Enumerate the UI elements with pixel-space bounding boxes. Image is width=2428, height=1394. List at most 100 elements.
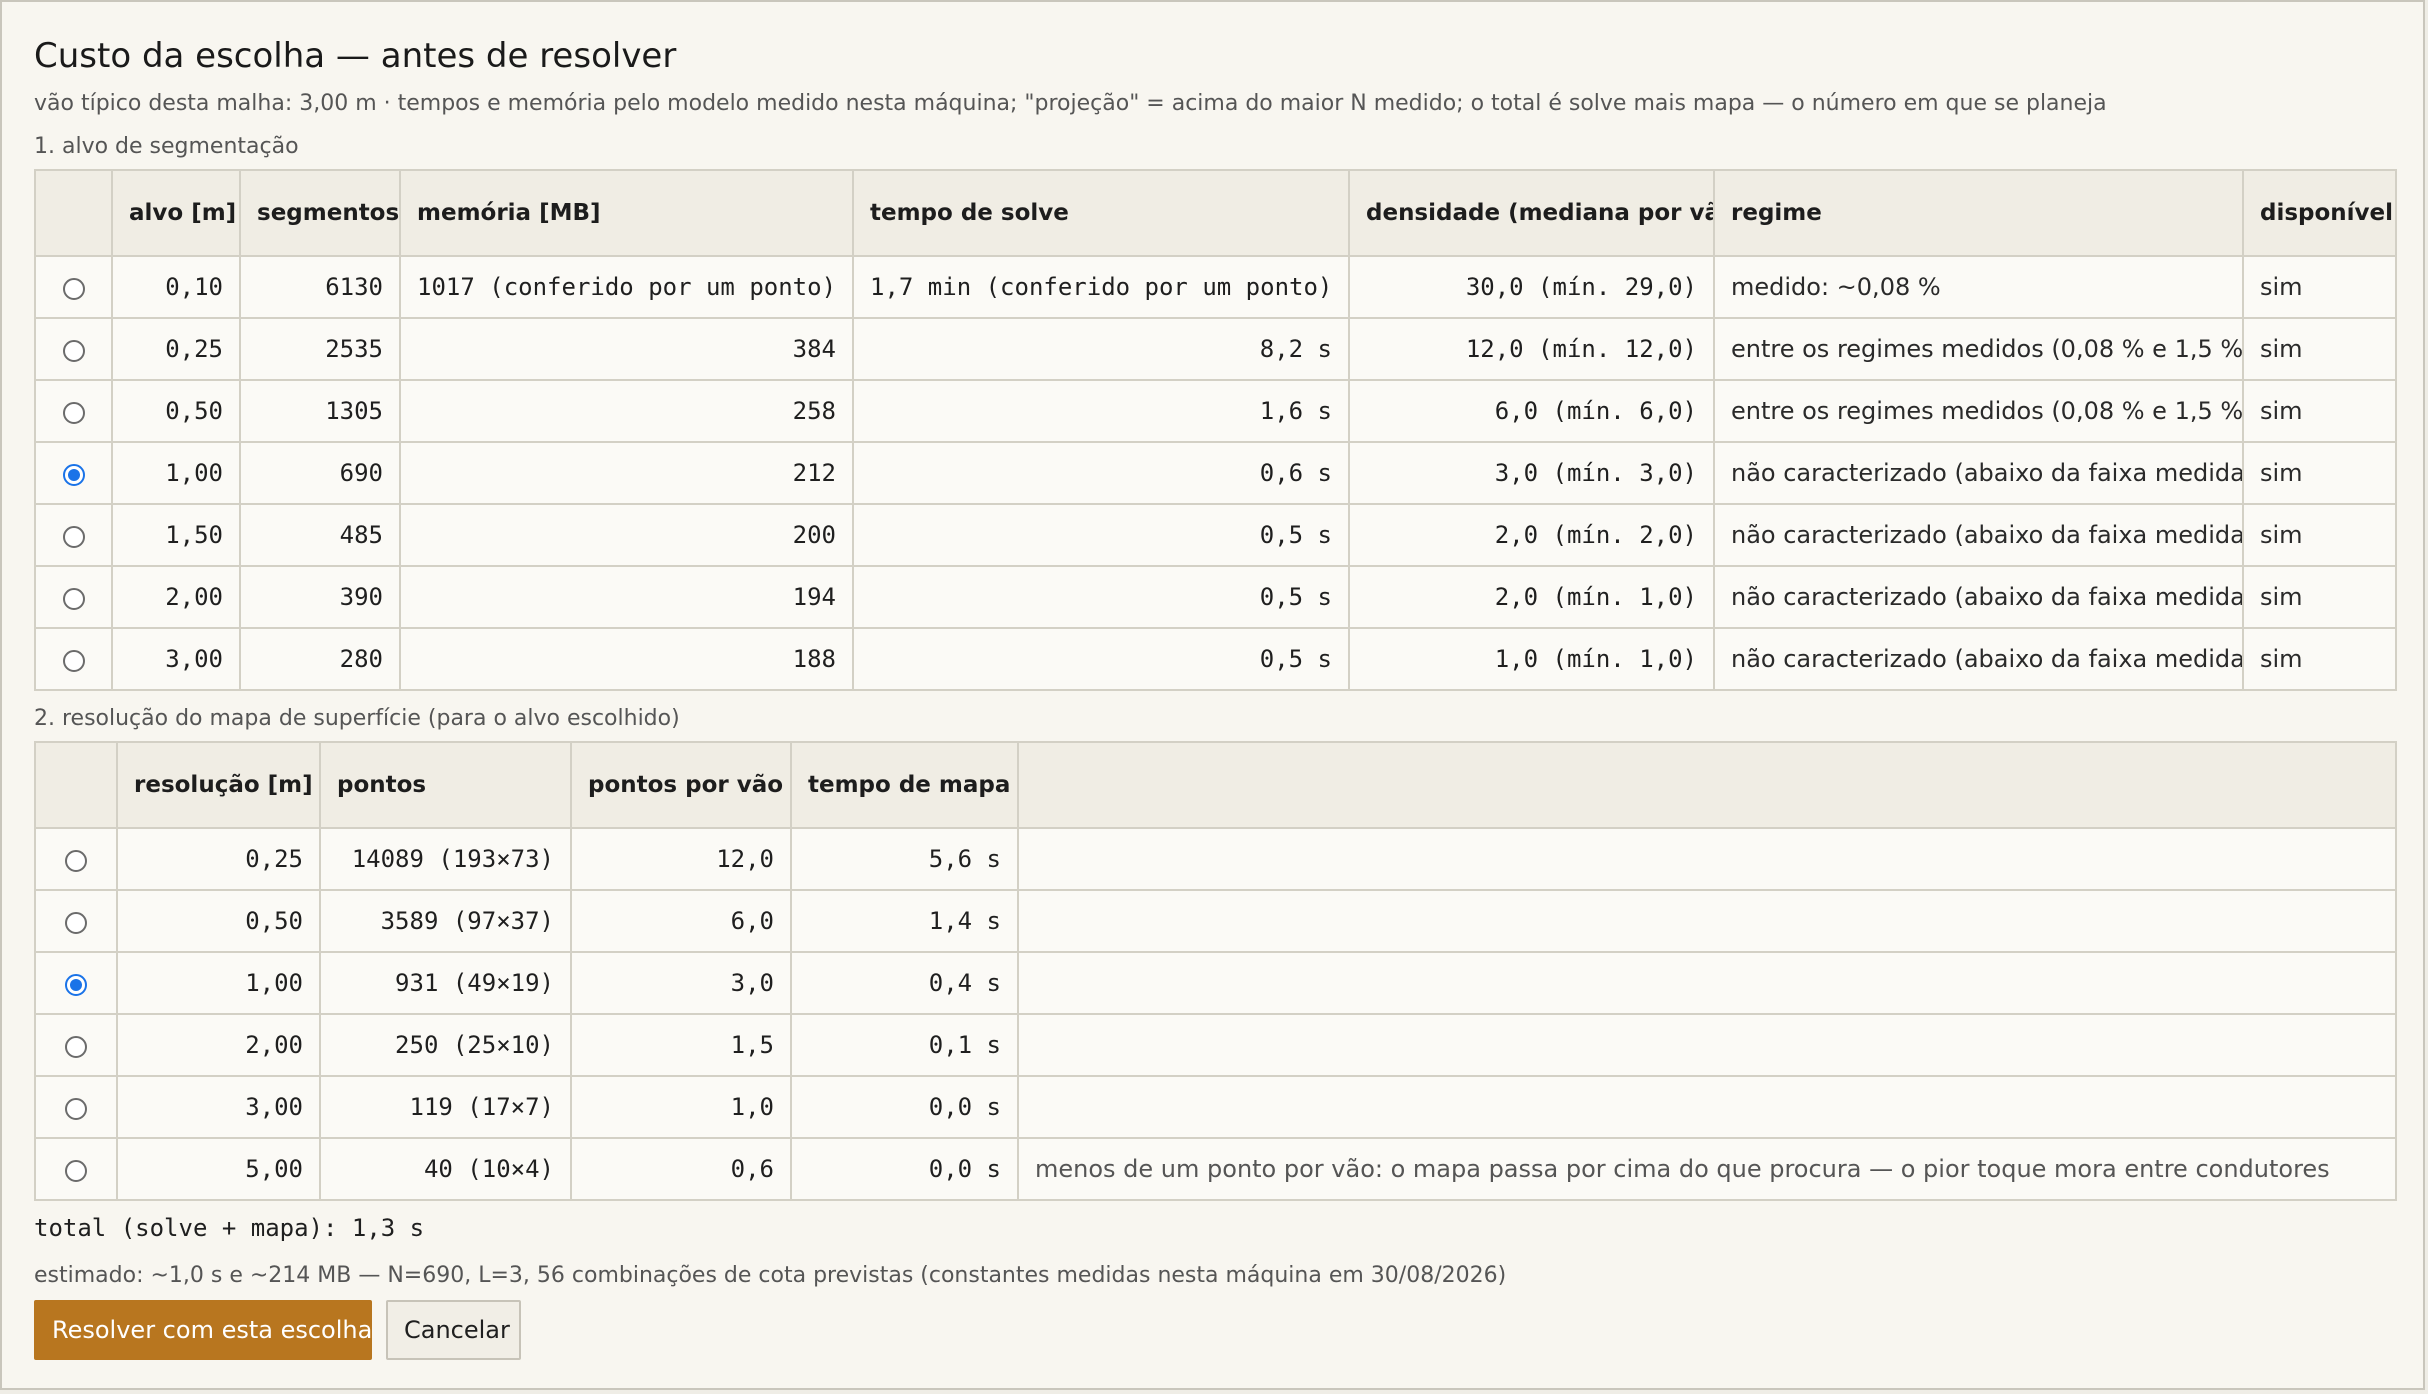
points-cell: 14089 (193×73) bbox=[319, 827, 572, 891]
surface-map-row[interactable]: 3,00 119 (17×7) 1,0 0,0 s bbox=[34, 1075, 2397, 1139]
radio-cell[interactable] bbox=[34, 441, 113, 505]
surface-map-header-row: resolução [m] pontos pontos por vão temp… bbox=[34, 741, 2397, 829]
available-cell: sim bbox=[2242, 441, 2397, 505]
surface-map-table: resolução [m] pontos pontos por vão temp… bbox=[34, 741, 2397, 1201]
target-cell: 1,00 bbox=[111, 441, 241, 505]
segments-cell: 2535 bbox=[239, 317, 401, 381]
segments-cell: 485 bbox=[239, 503, 401, 567]
radio-button[interactable] bbox=[65, 1035, 87, 1058]
solve-time-cell: 8,2 s bbox=[852, 317, 1350, 381]
surface-map-row[interactable]: 5,00 40 (10×4) 0,6 0,0 s menos de um ponto p… bbox=[34, 1137, 2397, 1201]
surface-map-row[interactable]: 1,00 931 (49×19) 3,0 0,4 s bbox=[34, 951, 2397, 1015]
radio-cell[interactable] bbox=[34, 627, 113, 691]
radio-cell[interactable] bbox=[34, 503, 113, 567]
radio-cell[interactable] bbox=[34, 827, 118, 891]
dialog-subtitle: vão típico desta malha: 3,00 m · tempos … bbox=[34, 91, 2107, 116]
radio-button[interactable] bbox=[65, 1159, 87, 1182]
segmentation-row[interactable]: 3,00 280 188 0,5 s 1,0 (mín. 1,0) não caracte… bbox=[34, 627, 2397, 691]
radio-button[interactable] bbox=[62, 401, 85, 424]
warning-note-cell: menos de um ponto por vão: o mapa passa … bbox=[1017, 1137, 2397, 1201]
available-cell: sim bbox=[2242, 565, 2397, 629]
radio-cell[interactable] bbox=[34, 1013, 118, 1077]
regime-cell: não caracterizado (abaixo da faixa medid… bbox=[1713, 627, 2244, 691]
map-time-cell: 5,6 s bbox=[790, 827, 1019, 891]
radio-button[interactable] bbox=[62, 339, 85, 362]
solve-time-cell: 0,5 s bbox=[852, 565, 1350, 629]
total-readout: total (solve + mapa): 1,3 s bbox=[34, 1214, 425, 1242]
cancel-button[interactable]: Cancelar bbox=[386, 1300, 521, 1360]
density-cell: 30,0 (mín. 29,0) bbox=[1348, 255, 1715, 319]
segments-cell: 390 bbox=[239, 565, 401, 629]
column-header: memória [MB] bbox=[399, 169, 854, 257]
segmentation-row[interactable]: 2,00 390 194 0,5 s 2,0 (mín. 1,0) não caracte… bbox=[34, 565, 2397, 629]
column-header: disponível bbox=[2242, 169, 2397, 257]
radio-button-selected[interactable] bbox=[65, 973, 87, 996]
radio-button[interactable] bbox=[62, 587, 85, 610]
segmentation-row[interactable]: 1,50 485 200 0,5 s 2,0 (mín. 2,0) não caracte… bbox=[34, 503, 2397, 567]
segmentation-row[interactable]: 0,25 2535 384 8,2 s 12,0 (mín. 12,0) entre os… bbox=[34, 317, 2397, 381]
available-cell: sim bbox=[2242, 317, 2397, 381]
regime-cell: medido: ~0,08 % bbox=[1713, 255, 2244, 319]
radio-button[interactable] bbox=[62, 649, 85, 672]
warning-note-cell bbox=[1017, 951, 2397, 1015]
radio-cell[interactable] bbox=[34, 951, 118, 1015]
surface-map-row[interactable]: 0,50 3589 (97×37) 6,0 1,4 s bbox=[34, 889, 2397, 953]
solve-time-cell: 0,5 s bbox=[852, 627, 1350, 691]
solve-time-cell: 0,6 s bbox=[852, 441, 1350, 505]
solve-time-cell: 0,5 s bbox=[852, 503, 1350, 567]
points-per-span-cell: 1,5 bbox=[570, 1013, 792, 1077]
solve-button[interactable]: Resolver com esta escolha bbox=[34, 1300, 372, 1360]
resolution-cell: 3,00 bbox=[116, 1075, 321, 1139]
segments-cell: 1305 bbox=[239, 379, 401, 443]
radio-cell[interactable] bbox=[34, 317, 113, 381]
solve-time-cell: 1,7 min (conferido por um ponto) bbox=[852, 255, 1350, 319]
available-cell: sim bbox=[2242, 503, 2397, 567]
map-time-cell: 0,1 s bbox=[790, 1013, 1019, 1077]
segments-cell: 690 bbox=[239, 441, 401, 505]
column-header: regime bbox=[1713, 169, 2244, 257]
segments-cell: 280 bbox=[239, 627, 401, 691]
radio-cell[interactable] bbox=[34, 889, 118, 953]
points-per-span-cell: 3,0 bbox=[570, 951, 792, 1015]
points-per-span-cell: 0,6 bbox=[570, 1137, 792, 1201]
density-cell: 12,0 (mín. 12,0) bbox=[1348, 317, 1715, 381]
resolution-cell: 1,00 bbox=[116, 951, 321, 1015]
density-cell: 1,0 (mín. 1,0) bbox=[1348, 627, 1715, 691]
resolution-cell: 2,00 bbox=[116, 1013, 321, 1077]
choice-cost-dialog: Custo da escolha — antes de resolver vão… bbox=[0, 0, 2425, 1390]
column-header: pontos bbox=[319, 741, 572, 829]
map-time-cell: 1,4 s bbox=[790, 889, 1019, 953]
radio-cell[interactable] bbox=[34, 1137, 118, 1201]
column-header: tempo de solve bbox=[852, 169, 1350, 257]
radio-button-selected[interactable] bbox=[62, 463, 85, 486]
radio-cell[interactable] bbox=[34, 565, 113, 629]
map-time-cell: 0,0 s bbox=[790, 1075, 1019, 1139]
density-cell: 6,0 (mín. 6,0) bbox=[1348, 379, 1715, 443]
target-cell: 1,50 bbox=[111, 503, 241, 567]
radio-button[interactable] bbox=[62, 277, 85, 300]
segmentation-header-row: alvo [m] segmentos memória [MB] tempo de… bbox=[34, 169, 2397, 257]
memory-cell: 194 bbox=[399, 565, 854, 629]
surface-map-row[interactable]: 0,25 14089 (193×73) 12,0 5,6 s bbox=[34, 827, 2397, 891]
target-cell: 0,25 bbox=[111, 317, 241, 381]
map-time-cell: 0,4 s bbox=[790, 951, 1019, 1015]
resolution-cell: 0,50 bbox=[116, 889, 321, 953]
radio-cell[interactable] bbox=[34, 1075, 118, 1139]
memory-cell: 384 bbox=[399, 317, 854, 381]
surface-map-row[interactable]: 2,00 250 (25×10) 1,5 0,1 s bbox=[34, 1013, 2397, 1077]
note-column-header bbox=[1017, 741, 2397, 829]
select-column-header bbox=[34, 741, 118, 829]
select-column-header bbox=[34, 169, 113, 257]
column-header: densidade (mediana por vão) bbox=[1348, 169, 1715, 257]
regime-cell: entre os regimes medidos (0,08 % e 1,5 %… bbox=[1713, 379, 2244, 443]
radio-cell[interactable] bbox=[34, 255, 113, 319]
segmentation-row[interactable]: 0,10 6130 1017 (conferido por um ponto) 1,7… bbox=[34, 255, 2397, 319]
segmentation-row[interactable]: 0,50 1305 258 1,6 s 6,0 (mín. 6,0) entre os r… bbox=[34, 379, 2397, 443]
radio-cell[interactable] bbox=[34, 379, 113, 443]
radio-button[interactable] bbox=[62, 525, 85, 548]
radio-button[interactable] bbox=[65, 911, 87, 934]
radio-button[interactable] bbox=[65, 849, 87, 872]
segmentation-row[interactable]: 1,00 690 212 0,6 s 3,0 (mín. 3,0) não caracte… bbox=[34, 441, 2397, 505]
radio-button[interactable] bbox=[65, 1097, 87, 1120]
target-cell: 3,00 bbox=[111, 627, 241, 691]
